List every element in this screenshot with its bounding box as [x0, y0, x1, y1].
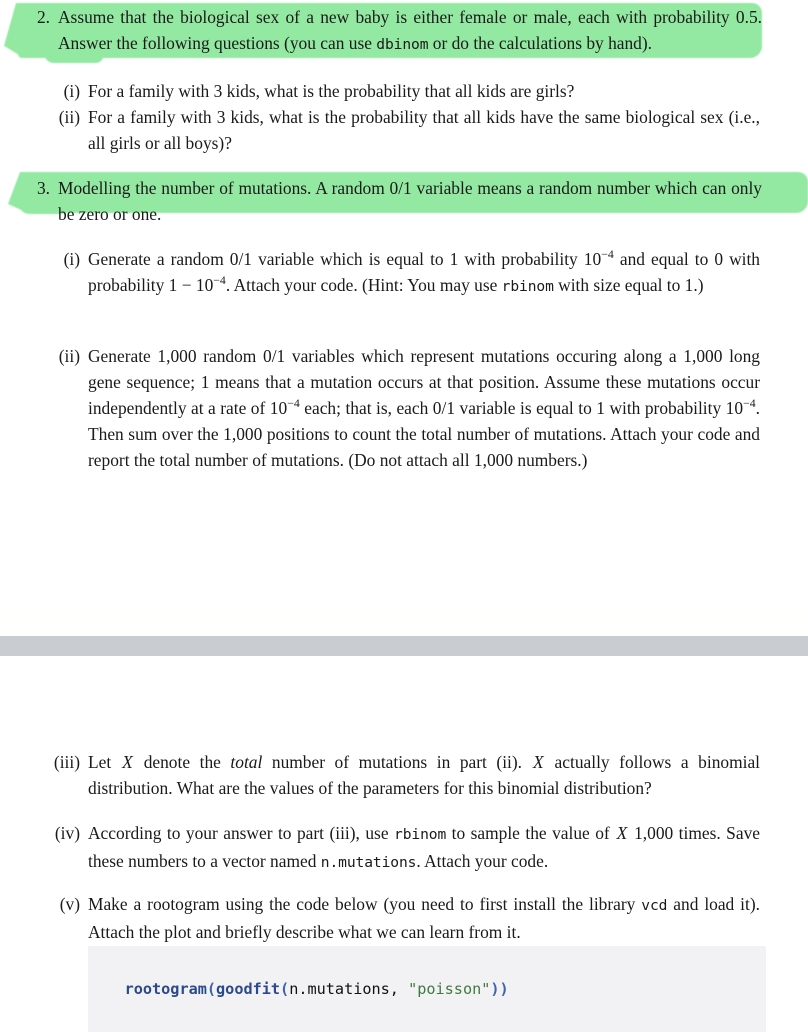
math-var-x-1: X — [122, 752, 133, 772]
question-2-sub-ii: (ii) For a family with 3 kids, what is t… — [36, 104, 760, 156]
inline-code-n-mutations: n.mutations — [320, 854, 417, 871]
page-break-separator — [0, 614, 808, 656]
math-power-3: 10−4 — [269, 396, 300, 418]
document-page: 2. Assume that the biological sex of a n… — [0, 0, 808, 1032]
question-3-sub-iii: (iii) Let X denote the total number of m… — [36, 749, 760, 801]
question-2-text: Assume that the biological sex of a new … — [58, 7, 762, 53]
code-token-arg-nmutations: n.mutations, — [289, 980, 409, 998]
inline-code-vcd: vcd — [641, 897, 668, 914]
question-2-sub-i-marker: (i) — [63, 81, 80, 101]
question-2-sub-i-text: For a family with 3 kids, what is the pr… — [88, 81, 575, 101]
question-3-text: Modelling the number of mutations. A ran… — [58, 178, 762, 224]
math-var-x-3: X — [616, 823, 628, 843]
question-3-sub-iii-text: Let X denote the total number of mutatio… — [88, 752, 760, 798]
math-var-x-2: X — [532, 752, 544, 772]
question-3-sub-v-marker: (v) — [59, 894, 80, 914]
inline-code-rbinom-1: rbinom — [501, 278, 554, 295]
question-3-sub-iv-marker: (iv) — [54, 823, 80, 843]
question-2-marker: 2. — [36, 7, 50, 27]
question-2-sub-i: (i) For a family with 3 kids, what is th… — [36, 78, 760, 104]
question-3-sub-iv-text: According to your answer to part (iii), … — [88, 823, 760, 871]
code-token-paren-open-2: ( — [280, 980, 290, 998]
code-token-paren-open-1: ( — [206, 980, 217, 998]
question-2: 2. Assume that the biological sex of a n… — [20, 4, 762, 58]
question-3-sub-v-text: Make a rootogram using the code below (y… — [88, 894, 760, 942]
math-power-4: 10−4 — [725, 396, 756, 418]
math-power-2: 1 − 10−4 — [168, 273, 226, 295]
question-3-sub-i-marker: (i) — [63, 249, 80, 269]
question-3-sub-i: (i) Generate a random 0/1 variable which… — [36, 246, 760, 300]
question-3-sub-i-text: Generate a random 0/1 variable which is … — [88, 247, 761, 295]
question-2-sub-ii-marker: (ii) — [58, 107, 80, 127]
question-3-sub-iii-marker: (iii) — [53, 752, 80, 772]
code-token-rootogram: rootogram — [124, 980, 207, 998]
code-block-rootogram: rootogram(goodfit(n.mutations, "poisson"… — [88, 946, 766, 1032]
emphasis-total: total — [230, 752, 263, 772]
question-3-sub-iv: (iv) According to your answer to part (i… — [36, 820, 760, 876]
question-3-sub-ii-text: Generate 1,000 random 0/1 variables whic… — [88, 346, 761, 470]
code-token-string-poisson: "poisson" — [408, 980, 491, 998]
page-bottom-margin — [0, 614, 808, 636]
question-3-sub-ii-marker: (ii) — [58, 346, 80, 366]
inline-code-rbinom-2: rbinom — [394, 826, 447, 843]
math-power-1: 10−4 — [583, 247, 614, 269]
code-token-goodfit: goodfit — [216, 980, 281, 998]
question-3-sub-ii: (ii) Generate 1,000 random 0/1 variables… — [36, 343, 760, 473]
question-3-sub-v: (v) Make a rootogram using the code belo… — [36, 891, 760, 945]
code-token-paren-close: )) — [490, 980, 509, 998]
question-2-sub-ii-text: For a family with 3 kids, what is the pr… — [88, 107, 760, 153]
question-3-marker: 3. — [36, 178, 50, 198]
question-3: 3. Modelling the number of mutations. A … — [20, 175, 762, 227]
inline-code-dbinom: dbinom — [376, 36, 429, 53]
